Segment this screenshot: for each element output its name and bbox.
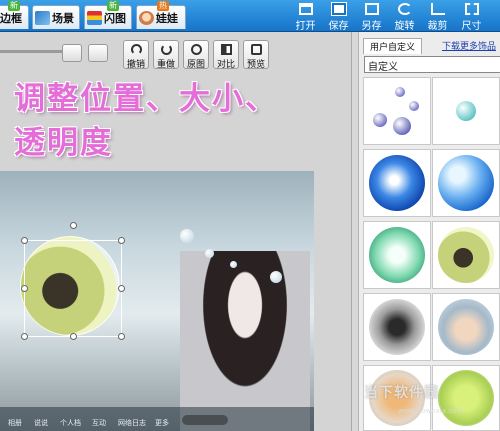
photo-menu-item: 更多 xyxy=(155,419,169,427)
save-as-button[interactable]: 另存 xyxy=(357,2,386,32)
save-label: 保存 xyxy=(328,21,349,32)
resize-handle[interactable] xyxy=(21,285,28,292)
top-toolbar: 新 边框 场景 新 闪图 热 娃娃 打开 保存 另存 旋转 裁剪 尺寸 xyxy=(0,0,500,32)
ornament-gray-orb xyxy=(369,299,425,355)
tab-scene[interactable]: 场景 xyxy=(32,5,80,29)
crop-label: 裁剪 xyxy=(427,21,448,32)
save-icon xyxy=(330,2,347,16)
preview-label: 预览 xyxy=(246,60,265,70)
category-select-value: 自定义 xyxy=(368,62,398,73)
resize-handle[interactable] xyxy=(118,237,125,244)
ornament-thumb[interactable] xyxy=(363,149,431,217)
flash-icon xyxy=(87,10,102,25)
caption-line-1: 调整位置、大小、 xyxy=(14,81,278,117)
undo-label: 撤销 xyxy=(126,60,145,70)
crop-button[interactable]: 裁剪 xyxy=(423,2,452,32)
preview-button[interactable]: 预览 xyxy=(243,40,269,70)
rotate-label: 旋转 xyxy=(394,21,415,32)
photo-bubble xyxy=(205,249,214,258)
ornament-thumb[interactable] xyxy=(432,149,500,217)
folder-icon xyxy=(298,3,313,15)
ornament-thumb[interactable] xyxy=(432,221,500,289)
photo-bubble xyxy=(270,271,282,283)
rotate-button[interactable]: 旋转 xyxy=(390,2,419,32)
tab-label: 边框 xyxy=(0,11,22,25)
ornament-thumb[interactable] xyxy=(432,77,500,145)
original-button[interactable]: 原图 xyxy=(183,40,209,70)
open-button[interactable]: 打开 xyxy=(291,2,320,32)
resize-handle[interactable] xyxy=(21,237,28,244)
resize-button[interactable]: 尺寸 xyxy=(457,2,486,32)
crop-icon xyxy=(430,3,445,15)
photo-bubble xyxy=(230,261,237,268)
ornament-thumb[interactable] xyxy=(363,77,431,145)
watermark-text: 当下软件园 xyxy=(364,385,439,401)
ornament-thumb[interactable] xyxy=(432,293,500,361)
tab-doll[interactable]: 热 娃娃 xyxy=(136,1,186,29)
scene-icon xyxy=(35,10,50,25)
tab-flash[interactable]: 新 闪图 xyxy=(84,1,132,29)
zoom-fit-button[interactable] xyxy=(62,44,82,62)
undo-icon xyxy=(130,44,142,55)
tab-border[interactable]: 新 边框 xyxy=(0,1,29,29)
ornament-photo-orb xyxy=(438,227,494,283)
preview-icon xyxy=(250,44,262,55)
resize-label: 尺寸 xyxy=(461,21,482,32)
resize-icon xyxy=(464,3,479,15)
download-more-link[interactable]: 下载更多饰品 xyxy=(442,39,496,52)
category-select[interactable]: 自定义 xyxy=(364,56,500,73)
undo-button[interactable]: 撤销 xyxy=(123,40,149,70)
ornament-light-blue-orb xyxy=(438,155,494,211)
compare-label: 对比 xyxy=(216,60,235,70)
compare-button[interactable]: 对比 xyxy=(213,40,239,70)
tab-label: 娃娃 xyxy=(156,11,178,25)
selection-box[interactable] xyxy=(24,240,122,337)
redo-button[interactable]: 重做 xyxy=(153,40,179,70)
music-player-controls xyxy=(182,415,228,425)
tab-label: 闪图 xyxy=(104,11,126,25)
photo-menu-item: 网络日志 xyxy=(118,419,146,427)
watermark-url: www.downxia.com xyxy=(398,407,464,415)
resize-handle[interactable] xyxy=(118,285,125,292)
ornament-bubbles-small xyxy=(369,83,425,139)
tab-label: 场景 xyxy=(52,11,74,25)
ornament-teal-bubble xyxy=(456,101,476,121)
redo-label: 重做 xyxy=(156,60,175,70)
tab-custom[interactable]: 用户自定义 xyxy=(363,38,423,54)
resize-handle[interactable] xyxy=(70,333,77,340)
tab-badge: 热 xyxy=(157,1,169,11)
photo-menu-item: 说说 xyxy=(34,419,48,427)
save-as-icon xyxy=(364,3,379,15)
doll-icon xyxy=(139,10,154,25)
redo-icon xyxy=(160,44,172,55)
tab-badge: 新 xyxy=(8,1,20,11)
open-label: 打开 xyxy=(295,21,316,32)
original-label: 原图 xyxy=(186,60,205,70)
ornament-thumb[interactable] xyxy=(363,221,431,289)
rotate-handle[interactable] xyxy=(70,222,77,229)
photo-menu-item: 互动 xyxy=(92,419,106,427)
compare-icon xyxy=(220,44,232,55)
zoom-actual-button[interactable] xyxy=(88,44,108,62)
resize-handle[interactable] xyxy=(118,333,125,340)
rotate-icon xyxy=(397,3,412,15)
ornament-green-orb xyxy=(369,227,425,283)
photo-person xyxy=(180,251,310,431)
resize-handle[interactable] xyxy=(21,333,28,340)
save-button[interactable]: 保存 xyxy=(324,2,353,32)
ornament-blue-orb xyxy=(369,155,425,211)
ornament-hands-orb xyxy=(438,299,494,355)
ornament-thumb[interactable] xyxy=(363,293,431,361)
photo-menu-item: 相册 xyxy=(8,419,22,427)
original-icon xyxy=(190,44,202,55)
caption-line-2: 透明度 xyxy=(14,125,113,161)
zoom-slider[interactable] xyxy=(0,50,62,53)
save-as-label: 另存 xyxy=(361,21,382,32)
watermark-logo: 当下软件园 xyxy=(364,382,494,422)
photo-menu-item: 个人档 xyxy=(60,419,81,427)
photo-bubble xyxy=(180,229,194,243)
tab-badge: 新 xyxy=(107,1,119,11)
